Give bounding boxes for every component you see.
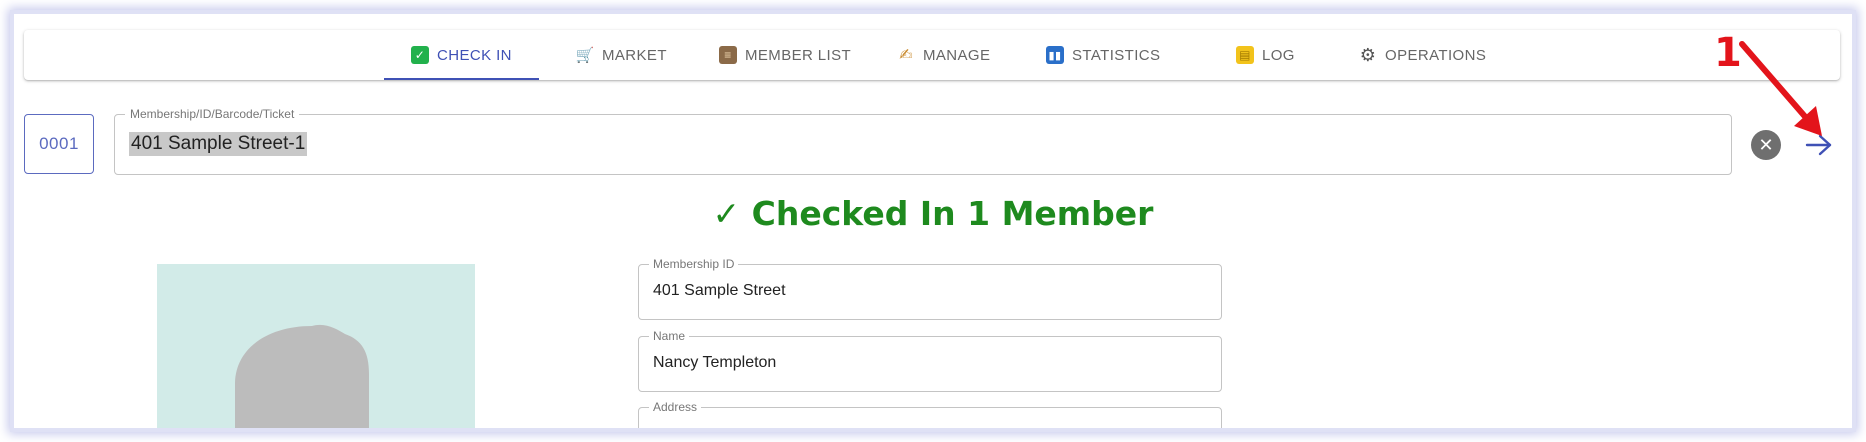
tab-log[interactable]: ▤ LOG: [1236, 30, 1295, 80]
search-input-value[interactable]: 401 Sample Street-1: [129, 132, 308, 156]
nav-tab-bar: ✓ CHECK IN 🛒 MARKET ≡ MEMBER LIST ✍ MANA…: [24, 30, 1840, 80]
shopping-cart-icon: 🛒: [575, 47, 595, 64]
check-box-icon: ✓: [411, 46, 429, 64]
bar-chart-icon: ▮▮: [1046, 46, 1064, 64]
search-field-label: Membership/ID/Barcode/Ticket: [125, 107, 300, 121]
avatar-placeholder-icon: [235, 324, 369, 428]
app-window: ✓ CHECK IN 🛒 MARKET ≡ MEMBER LIST ✍ MANA…: [14, 14, 1852, 428]
tab-check-in[interactable]: ✓ CHECK IN: [384, 30, 539, 80]
checkin-counter: 0001: [24, 114, 94, 174]
tab-manage[interactable]: ✍ MANAGE: [897, 30, 990, 80]
tab-label: CHECK IN: [437, 46, 512, 64]
tab-operations[interactable]: ⚙ OPERATIONS: [1359, 30, 1486, 80]
field-label: Membership ID: [649, 257, 739, 271]
member-photo: [157, 264, 475, 428]
tab-market[interactable]: 🛒 MARKET: [575, 30, 667, 80]
tab-label: OPERATIONS: [1385, 46, 1487, 64]
tab-label: MARKET: [602, 46, 667, 64]
tab-label: MANAGE: [923, 46, 991, 64]
ledger-icon: ▤: [1236, 46, 1254, 64]
field-value[interactable]: 401 Sample Street: [653, 282, 786, 300]
gear-icon: ⚙: [1359, 44, 1377, 65]
field-value[interactable]: Nancy Templeton: [653, 354, 776, 372]
membership-search-field[interactable]: Membership/ID/Barcode/Ticket 401 Sample …: [114, 107, 1732, 175]
scroll-icon: ≡: [719, 46, 737, 64]
membership-id-field[interactable]: Membership ID 401 Sample Street: [638, 257, 1222, 320]
tab-statistics[interactable]: ▮▮ STATISTICS: [1046, 30, 1160, 80]
checkin-status-message: ✓ Checked In 1 Member: [712, 194, 1154, 233]
writing-hand-icon: ✍: [899, 47, 913, 64]
name-field[interactable]: Name Nancy Templeton: [638, 329, 1222, 392]
annotation-arrow-icon: [1739, 41, 1822, 136]
address-field[interactable]: Address: [638, 400, 1222, 428]
tab-label: MEMBER LIST: [745, 46, 852, 64]
tab-label: STATISTICS: [1072, 46, 1161, 64]
tab-label: LOG: [1262, 46, 1295, 64]
field-label: Address: [649, 400, 702, 414]
tab-member-list[interactable]: ≡ MEMBER LIST: [719, 30, 851, 80]
field-label: Name: [649, 329, 690, 343]
